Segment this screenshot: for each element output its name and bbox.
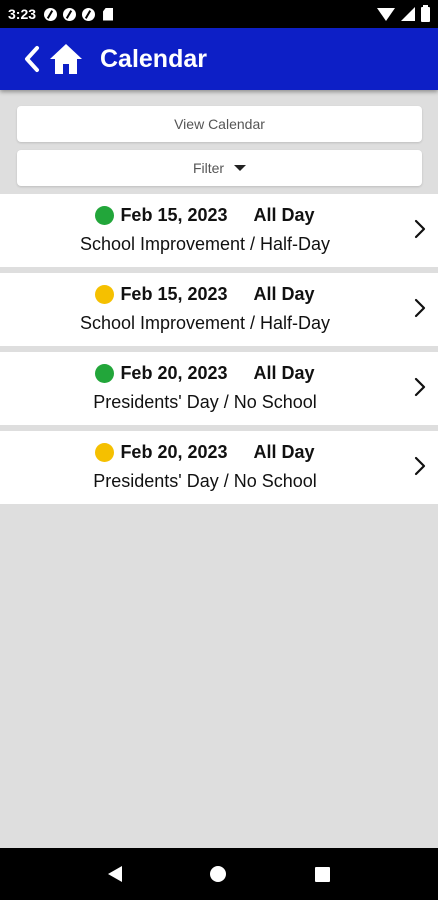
chevron-right-icon [414,219,426,239]
system-nav-bar [0,848,438,900]
wifi-icon [377,7,395,21]
event-title: Presidents' Day / No School [93,392,317,412]
event-list: Feb 15, 2023 All Day School Improvement … [0,194,438,510]
nav-back-icon[interactable] [108,866,123,882]
event-date: Feb 20, 2023 [120,363,228,383]
event-date: Feb 15, 2023 [120,205,228,225]
view-calendar-button[interactable]: View Calendar [17,106,422,142]
chevron-right-icon [414,456,426,476]
notification-icon [82,7,96,21]
status-bar: 3:23 [0,0,438,28]
page-title: Calendar [100,44,207,73]
battery-icon [421,4,430,22]
event-time: All Day [253,363,315,383]
notification-icon [63,7,77,21]
event-title: School Improvement / Half-Day [79,313,331,333]
home-icon[interactable] [48,42,84,76]
status-dot [95,364,115,383]
event-date: Feb 15, 2023 [120,284,228,304]
status-dot [95,443,115,462]
caret-down-icon [234,165,247,171]
filter-button[interactable]: Filter [17,150,422,186]
event-time: All Day [253,205,315,225]
view-calendar-label: View Calendar [174,116,265,132]
status-dot [95,206,115,225]
event-title: Presidents' Day / No School [93,471,317,491]
event-time: All Day [253,442,315,462]
list-item[interactable]: Feb 15, 2023 All Day School Improvement … [0,194,438,267]
event-date: Feb 20, 2023 [120,442,228,462]
list-item[interactable]: Feb 20, 2023 All Day Presidents' Day / N… [0,431,438,504]
status-time: 3:23 [8,6,37,22]
chevron-right-icon [414,298,426,318]
status-dot [95,285,115,304]
chevron-right-icon [414,377,426,397]
app-bar: Calendar [0,28,438,90]
sd-card-icon [103,7,114,21]
signal-icon [401,7,415,21]
event-time: All Day [253,284,315,304]
filter-label: Filter [192,160,225,176]
notification-icon [44,7,58,21]
back-icon[interactable] [22,44,42,74]
list-item[interactable]: Feb 15, 2023 All Day School Improvement … [0,273,438,346]
nav-recents-icon[interactable] [314,866,330,882]
nav-home-icon[interactable] [210,866,227,882]
event-title: School Improvement / Half-Day [79,234,331,254]
list-item[interactable]: Feb 20, 2023 All Day Presidents' Day / N… [0,352,438,425]
